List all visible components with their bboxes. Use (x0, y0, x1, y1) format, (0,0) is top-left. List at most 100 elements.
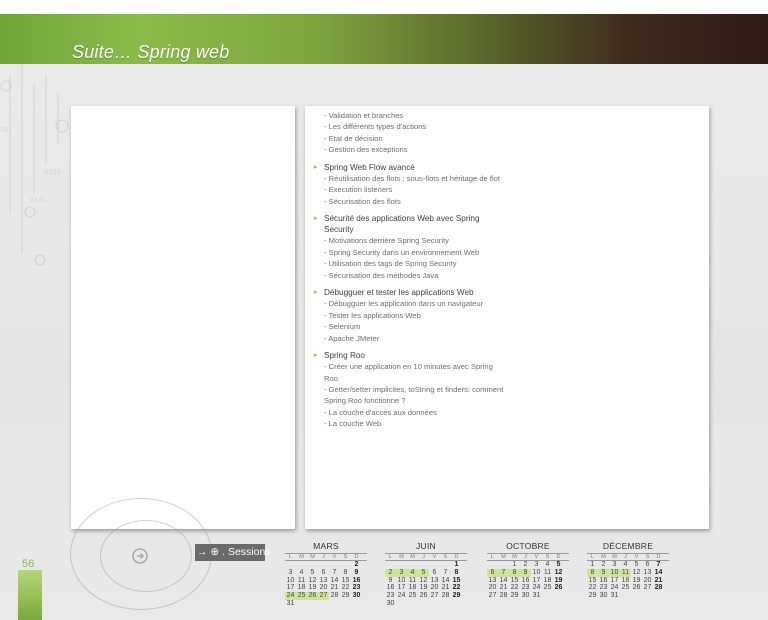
weekday-label: D (454, 554, 459, 560)
calendar-day-grid: 2 3 4 5 6 7 8 9 10 11 12 13 14 15 16 17 18 19 20 21 22 23 24 25… (285, 561, 367, 608)
svg-text:101: 101 (0, 127, 13, 135)
calendar-day: 11 (620, 568, 631, 577)
calendar-day: 21 (441, 584, 450, 592)
calendar-day: 25 (296, 592, 307, 600)
list-item: - Getter/setter implicites, toString et … (324, 384, 504, 394)
calendar-day: 18 (297, 584, 306, 592)
calendar-day: 12 (308, 576, 317, 584)
calendar-day: 2 (385, 568, 396, 577)
calendar-day: 1 (512, 561, 517, 568)
calendar-day: 26 (419, 592, 428, 600)
course-content-panel: - Validation et branches - Les différent… (305, 106, 709, 529)
calendar-day: 4 (299, 568, 304, 576)
weekday-label: J (524, 554, 527, 560)
calendar-day: 5 (556, 561, 561, 568)
calendar-day: 25 (543, 584, 552, 592)
calendar-day (285, 561, 296, 569)
calendar-day: 6 (321, 568, 326, 576)
list-item: - Utilisation des tags de Spring Securit… (324, 259, 457, 269)
weekday-label: V (432, 554, 437, 560)
list-item: - Apache JMeter (324, 333, 380, 343)
calendar-day: 23 (352, 584, 361, 592)
calendar-day: 5 (418, 568, 429, 577)
calendar-day-grid: 1 2 3 4 5 6 7 8 9 10 11 12 13 14 15 16 17 18 19 20 21 22 23 24 2… (587, 561, 669, 600)
calendar-day: 10 (286, 576, 295, 584)
calendar-day: 13 (643, 568, 652, 576)
triangle-bullet-icon: ▸ (314, 163, 318, 171)
calendar-day: 20 (643, 576, 652, 584)
weekday-label: M (310, 554, 315, 560)
section-title: Spring Roo (324, 350, 365, 360)
calendar-day: 15 (341, 576, 350, 584)
weekday-label: M (410, 554, 415, 560)
section-spring-roo: ▸ Spring Roo - Créer une application en 1… (314, 350, 507, 430)
calendar-day: 22 (452, 584, 461, 592)
calendar-day: 28 (499, 592, 508, 600)
page-number: 56 (22, 558, 35, 570)
page-accent-bar (18, 570, 42, 620)
calendar-day (329, 561, 340, 569)
weekday-label: S (343, 554, 348, 560)
weekday-label: S (443, 554, 448, 560)
calendar-day: 14 (330, 576, 339, 584)
calendar-day: 17 (610, 576, 619, 584)
calendar-day: 15 (452, 576, 461, 584)
calendar-day (318, 561, 329, 569)
calendar-day: 9 (354, 568, 359, 576)
calendar-day: 24 (397, 592, 406, 600)
calendar-day: 3 (288, 568, 293, 576)
weekday-label: D (354, 554, 359, 560)
calendar-day: 13 (488, 576, 497, 584)
sessions-button[interactable]: → ⊕ . Sessions (195, 544, 271, 561)
list-item: - Débugguer les application dans un navi… (324, 299, 484, 309)
calendar-day: 16 (386, 584, 395, 592)
section-spring-web-flow: ▸ Spring Web Flow avancé - Réutilisation … (314, 162, 507, 207)
calendar-day (487, 561, 498, 569)
svg-text:0101: 0101 (44, 169, 61, 177)
section-security: ▸ Sécurité des applications Web avec Spri… (314, 213, 507, 281)
calendar-day: 13 (319, 576, 328, 584)
list-item: - Créer une application en 10 minutes av… (324, 362, 493, 372)
calendar-decembre: DÉCEMBRE L M M J V S D 1 2 3 4 5 6 7 8 9 10 11 12 13 14 15 16 17… (587, 541, 669, 600)
calendar-day: 6 (432, 568, 437, 576)
calendar-day: 17 (532, 576, 541, 584)
weekday-label: V (332, 554, 337, 560)
calendar-weekday-header: LMMJVSD (385, 553, 467, 561)
calendar-day: 11 (408, 576, 417, 584)
calendar-day: 1 (590, 561, 595, 568)
list-item: - Etat de décision (324, 133, 383, 143)
calendar-day: 30 (521, 592, 530, 600)
calendar-day: 19 (419, 584, 428, 592)
calendar-day: 2 (354, 561, 359, 568)
calendar-day: 14 (499, 576, 508, 584)
calendar-day: 23 (386, 592, 395, 600)
calendar-day: 15 (510, 576, 519, 584)
weekday-label: M (512, 554, 517, 560)
calendar-month-title: MARS (313, 541, 339, 551)
calendar-day: 20 (488, 584, 497, 592)
section-title-continued: Security (324, 225, 354, 235)
calendar-day: 28 (330, 592, 339, 600)
calendar-day (498, 561, 509, 569)
calendar-day (385, 561, 396, 569)
calendar-day: 9 (388, 576, 393, 584)
calendar-day: 19 (632, 576, 641, 584)
calendar-day: 7 (498, 568, 509, 577)
calendar-day: 24 (532, 584, 541, 592)
calendar-day (418, 561, 429, 569)
calendar-day: 22 (341, 584, 350, 592)
weekday-label: M (399, 554, 404, 560)
calendar-day (407, 561, 418, 569)
calendar-day: 23 (521, 584, 530, 592)
intro-list: - Validation et branches - Les différent… (317, 110, 507, 156)
calendar-day (340, 561, 351, 569)
calendar-day: 15 (588, 576, 597, 584)
calendar-day: 2 (523, 561, 528, 568)
calendar-day: 8 (587, 568, 598, 577)
calendar-day: 17 (397, 584, 406, 592)
calendar-day: 19 (554, 576, 563, 584)
calendar-day: 29 (588, 592, 597, 600)
calendar-day: 16 (599, 576, 608, 584)
calendar-day: 26 (554, 584, 563, 592)
calendar-day: 1 (454, 561, 459, 568)
